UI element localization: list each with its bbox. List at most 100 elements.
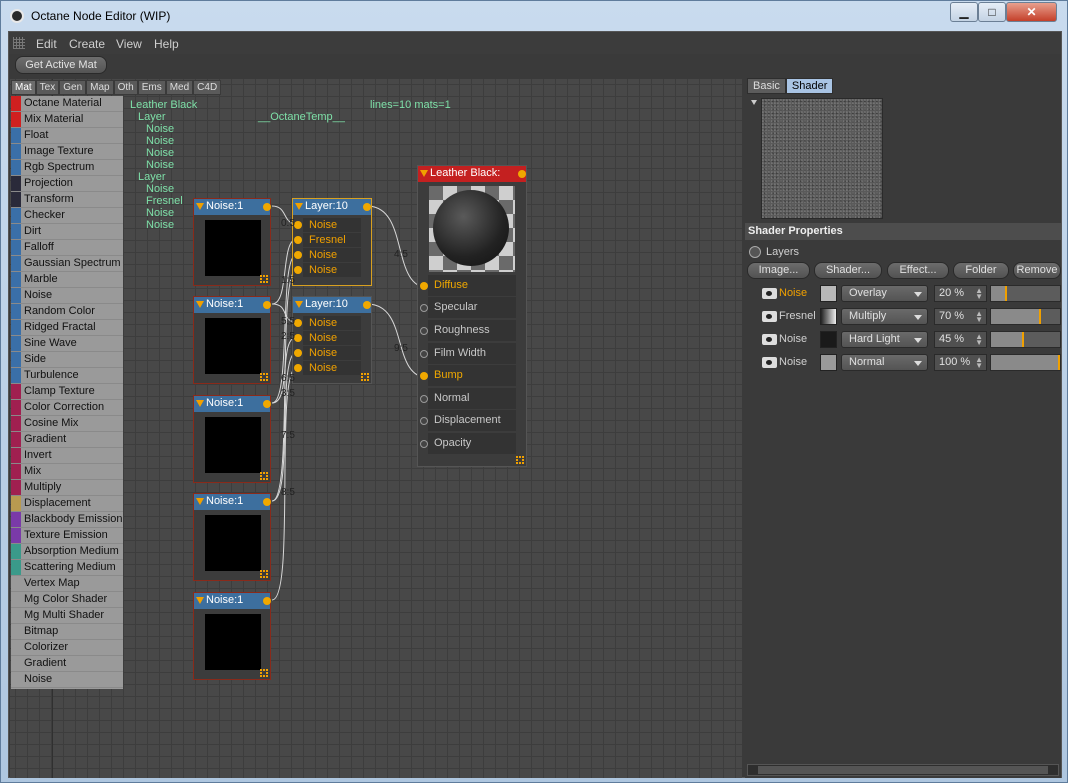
node-list-item[interactable]: Multiply [11, 480, 123, 496]
shader-layer-row[interactable]: Fresnel Multiply 70 % ▲ ▼ [745, 307, 1061, 327]
collapse-icon[interactable] [196, 400, 204, 407]
menu-create[interactable]: Create [69, 37, 105, 51]
collapse-icon[interactable] [196, 597, 204, 604]
collapse-icon[interactable] [420, 170, 428, 177]
node-list-item[interactable]: Noise [11, 672, 123, 688]
input-pin[interactable] [294, 349, 302, 357]
layers-radio[interactable] [749, 246, 761, 258]
tab-mat[interactable]: Mat [11, 80, 36, 95]
tree-item[interactable]: Noise [146, 207, 174, 219]
node-list-item[interactable]: Invert [11, 448, 123, 464]
input-pin[interactable] [420, 372, 428, 380]
tree-item[interactable]: Noise [146, 135, 174, 147]
noise-node[interactable]: Noise:1 [193, 296, 271, 384]
material-input-normal[interactable]: Normal [428, 388, 516, 409]
output-pin[interactable] [263, 498, 271, 506]
folder-button[interactable]: Folder [953, 262, 1009, 279]
shader-layer-name[interactable]: Noise [779, 333, 807, 345]
opacity-slider[interactable] [990, 308, 1061, 325]
node-list-item[interactable]: Dirt [11, 224, 123, 240]
layer-input[interactable]: Noise [303, 263, 361, 277]
spinner-icon[interactable]: ▲ ▼ [975, 333, 983, 347]
tab-gen[interactable]: Gen [59, 80, 87, 95]
input-pin[interactable] [420, 395, 428, 403]
collapse-icon[interactable] [196, 301, 204, 308]
output-pin[interactable] [518, 170, 526, 178]
tab-c4d[interactable]: C4D [193, 80, 222, 95]
menu-edit[interactable]: Edit [36, 37, 57, 51]
eye-icon[interactable] [762, 334, 777, 345]
resize-icon[interactable] [260, 472, 268, 480]
remove-button[interactable]: Remove [1013, 262, 1061, 279]
layer-node[interactable]: Layer:10 Noise Noise Noise Noise [292, 296, 372, 384]
node-list-item[interactable]: Image Texture [11, 144, 123, 160]
node-list-item[interactable]: Random Color [11, 304, 123, 320]
tab-shader[interactable]: Shader [785, 78, 834, 94]
layer-input[interactable]: Noise [303, 248, 361, 262]
input-pin[interactable] [420, 440, 428, 448]
node-list-item[interactable]: Colorizer [11, 640, 123, 656]
material-input-roughness[interactable]: Roughness [428, 320, 516, 341]
noise-node[interactable]: Noise:1 [193, 395, 271, 483]
input-pin[interactable] [420, 327, 428, 335]
resize-icon[interactable] [260, 570, 268, 578]
title-bar[interactable]: Octane Node Editor (WIP) ▁ □ ✕ [1, 1, 1067, 31]
layer-input[interactable]: Noise [303, 218, 361, 232]
collapse-icon[interactable] [295, 301, 303, 308]
menu-help[interactable]: Help [154, 37, 179, 51]
tree-item[interactable]: Layer [138, 171, 166, 183]
node-list-item[interactable]: Clamp Texture [11, 384, 123, 400]
eye-icon[interactable] [762, 357, 777, 368]
opacity-slider[interactable] [990, 285, 1061, 302]
tab-oth[interactable]: Oth [113, 80, 138, 95]
input-pin[interactable] [420, 304, 428, 312]
input-pin[interactable] [420, 417, 428, 425]
node-list-item[interactable]: Absorption Medium [11, 544, 123, 560]
input-pin[interactable] [420, 350, 428, 358]
node-list-item[interactable]: Vertex Map [11, 576, 123, 592]
output-pin[interactable] [263, 400, 271, 408]
layer-input[interactable]: Fresnel [303, 233, 361, 247]
collapse-icon[interactable] [295, 203, 303, 210]
get-active-mat-button[interactable]: Get Active Mat [15, 56, 107, 74]
node-list-item[interactable]: Checker [11, 208, 123, 224]
tab-med[interactable]: Med [165, 80, 194, 95]
tree-item[interactable]: Layer [138, 111, 166, 123]
effect-button[interactable]: Effect... [887, 262, 949, 279]
tree-item[interactable]: Noise [146, 183, 174, 195]
input-pin[interactable] [294, 266, 302, 274]
node-list-item[interactable]: Falloff [11, 240, 123, 256]
node-title[interactable]: Layer:10 [293, 199, 371, 215]
node-list-item[interactable]: Float [11, 128, 123, 144]
node-title[interactable]: Noise:1 [194, 593, 270, 609]
minimize-button[interactable]: ▁ [950, 2, 978, 22]
spinner-icon[interactable]: ▲ ▼ [975, 287, 983, 301]
output-pin[interactable] [263, 597, 271, 605]
node-list-item[interactable]: Bitmap [11, 624, 123, 640]
resize-icon[interactable] [361, 373, 369, 381]
tab-map[interactable]: Map [86, 80, 114, 95]
tab-ems[interactable]: Ems [137, 80, 166, 95]
opacity-field[interactable]: 70 % ▲ ▼ [934, 308, 987, 325]
opacity-slider[interactable] [990, 354, 1061, 371]
spinner-icon[interactable]: ▲ ▼ [975, 310, 983, 324]
tab-basic[interactable]: Basic [747, 78, 786, 94]
blend-mode-select[interactable]: Multiply [841, 308, 928, 325]
opacity-field[interactable]: 20 % ▲ ▼ [934, 285, 987, 302]
node-list-item[interactable]: Rgb Spectrum [11, 160, 123, 176]
resize-icon[interactable] [260, 669, 268, 677]
node-list-item[interactable]: Gaussian Spectrum [11, 256, 123, 272]
tree-item[interactable]: Noise [146, 123, 174, 135]
node-title[interactable]: Noise:1 [194, 199, 270, 215]
slider-handle[interactable] [1039, 309, 1041, 324]
node-title[interactable]: Noise:1 [194, 396, 270, 412]
tree-item[interactable]: Noise [146, 159, 174, 171]
node-canvas[interactable]: Leather Black Layer Noise Noise Noise No… [10, 79, 742, 778]
tree-item[interactable]: Noise [146, 147, 174, 159]
input-pin[interactable] [294, 319, 302, 327]
eye-icon[interactable] [762, 311, 777, 322]
scrollbar-thumb[interactable] [758, 766, 1048, 774]
menu-view[interactable]: View [116, 37, 142, 51]
slider-handle[interactable] [1022, 332, 1024, 347]
tab-tex[interactable]: Tex [35, 80, 60, 95]
